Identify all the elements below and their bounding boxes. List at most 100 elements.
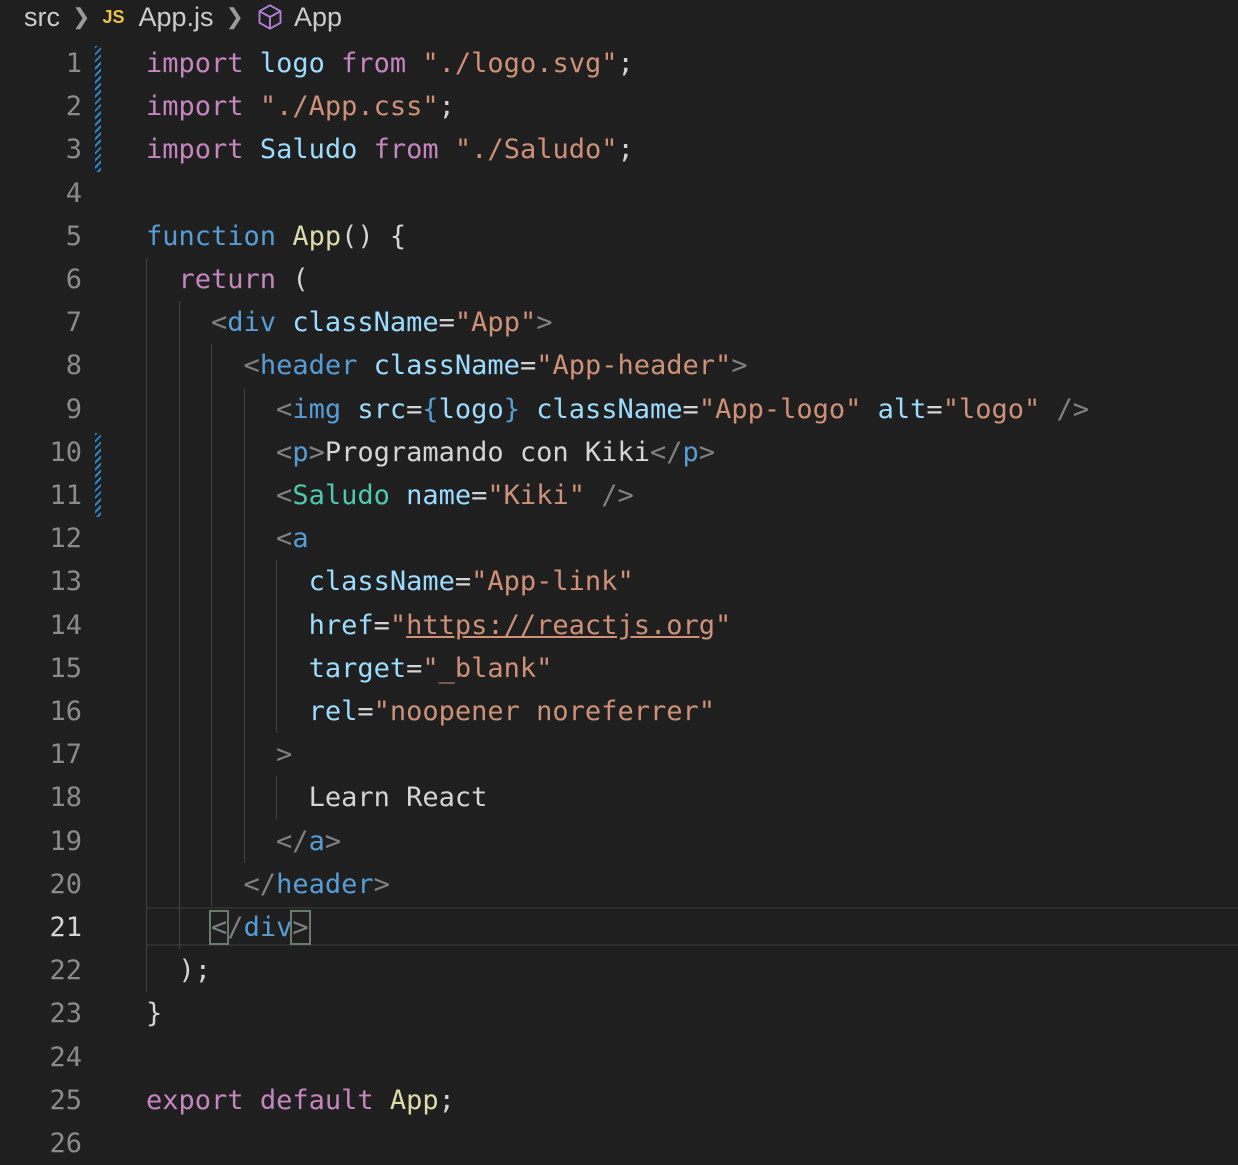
code-token: > <box>308 436 325 468</box>
code-line[interactable]: 8 <header className="App-header"> <box>0 344 1238 387</box>
breadcrumb-folder[interactable]: src <box>24 2 60 33</box>
breadcrumb-symbol[interactable]: App <box>256 2 342 33</box>
line-number: 14 <box>49 609 82 641</box>
code-token: className <box>536 393 683 425</box>
code-token: < <box>211 307 228 339</box>
code-line[interactable]: 21 </div> <box>0 906 1238 949</box>
code-token: " <box>714 609 732 641</box>
code-line[interactable]: 12 <a <box>0 517 1238 560</box>
code-token: = <box>406 393 423 425</box>
javascript-file-icon: JS <box>102 6 125 27</box>
code-line[interactable]: 1 import logo from "./logo.svg"; <box>0 42 1238 85</box>
code-token: className <box>308 566 455 598</box>
code-line[interactable]: 5 function App() { <box>0 215 1238 258</box>
code-line[interactable]: 22 ); <box>0 949 1238 992</box>
code-line[interactable]: 26 <box>0 1122 1238 1165</box>
code-token: "App-link" <box>471 566 634 598</box>
line-number: 9 <box>65 393 82 425</box>
line-number: 7 <box>65 307 82 339</box>
line-number: 12 <box>49 523 82 555</box>
code-token: rel <box>308 696 358 727</box>
code-line[interactable]: 16 rel="noopener noreferrer" <box>0 690 1238 733</box>
code-token: App <box>292 220 342 252</box>
chevron-right-icon: ❯ <box>225 4 244 29</box>
line-number: 19 <box>49 825 82 857</box>
code-text: <Saludo name="Kiki" /> <box>146 474 634 517</box>
code-token: className <box>373 350 520 382</box>
code-token: () { <box>341 220 407 252</box>
breadcrumb-file[interactable]: JS App.js <box>102 2 213 33</box>
code-line[interactable]: 7 <div className="App"> <box>0 301 1238 344</box>
code-token: Programando con Kiki <box>324 436 650 468</box>
line-number: 26 <box>49 1128 82 1159</box>
code-line[interactable]: 3 import Saludo from "./Saludo"; <box>0 128 1238 171</box>
code-token: </ <box>243 868 277 900</box>
code-text: <header className="App-header"> <box>146 344 748 387</box>
code-line[interactable]: 15 target="_blank" <box>0 647 1238 690</box>
code-token: > <box>731 350 748 382</box>
code-token: "Kiki" <box>487 480 585 511</box>
code-token: className <box>292 307 439 339</box>
code-token: > <box>324 825 342 857</box>
code-line[interactable]: 4 <box>0 172 1238 215</box>
code-line[interactable]: 18 Learn React <box>0 776 1238 819</box>
line-number: 1 <box>65 48 82 79</box>
breadcrumb-folder-label: src <box>24 1 60 32</box>
code-token: alt <box>877 393 927 425</box>
code-token: from <box>373 134 439 166</box>
code-line[interactable]: 10 <p>Programando con Kiki</p> <box>0 431 1238 474</box>
indent-guide <box>276 560 278 734</box>
code-text: rel="noopener noreferrer" <box>146 690 715 733</box>
code-line[interactable]: 20 </header> <box>0 863 1238 906</box>
line-number: 24 <box>49 1041 82 1073</box>
indent-guide <box>276 776 278 820</box>
code-token: div <box>227 307 277 339</box>
code-token: < <box>243 350 260 382</box>
code-line[interactable]: 24 <box>0 1036 1238 1079</box>
code-token: p <box>682 436 699 468</box>
code-token: import <box>146 91 244 123</box>
code-token: > <box>373 868 390 900</box>
code-token: < <box>276 523 293 555</box>
indent-guide <box>178 301 180 950</box>
code-line[interactable]: 2 import "./App.css"; <box>0 85 1238 128</box>
code-line[interactable]: 11 <Saludo name="Kiki" /> <box>0 474 1238 517</box>
code-text: return ( <box>146 258 309 301</box>
code-text: > <box>146 733 292 776</box>
breadcrumb-symbol-label: App <box>293 1 342 32</box>
code-token: return <box>178 264 277 295</box>
code-text: import logo from "./logo.svg"; <box>146 42 634 85</box>
code-text: } <box>146 992 162 1035</box>
code-text: import Saludo from "./Saludo"; <box>146 128 634 171</box>
code-line[interactable]: 9 <img src={logo} className="App-logo" a… <box>0 388 1238 431</box>
code-token: < <box>276 480 293 511</box>
code-text: ); <box>146 949 212 992</box>
code-token: > <box>698 436 715 468</box>
code-token: </ <box>649 436 683 468</box>
code-line[interactable]: 6 return ( <box>0 258 1238 301</box>
code-token: "App" <box>454 307 537 339</box>
code-line[interactable]: 25 export default App; <box>0 1079 1238 1122</box>
code-line[interactable]: 14 href="https://reactjs.org" <box>0 604 1238 647</box>
code-token: logo <box>259 48 325 79</box>
line-number: 8 <box>65 350 82 382</box>
code-editor[interactable]: 1 import logo from "./logo.svg"; 2 import "… <box>0 42 1238 1159</box>
code-line[interactable]: 19 </a> <box>0 820 1238 863</box>
code-token: logo <box>438 393 504 425</box>
code-line[interactable]: 13 className="App-link" <box>0 560 1238 603</box>
code-token: > <box>536 307 553 339</box>
code-line[interactable]: 23} <box>0 992 1238 1035</box>
code-line[interactable]: 17 > <box>0 733 1238 776</box>
code-token: ( <box>276 264 309 295</box>
code-token: "logo" <box>942 393 1041 425</box>
code-token: ; <box>617 134 634 166</box>
